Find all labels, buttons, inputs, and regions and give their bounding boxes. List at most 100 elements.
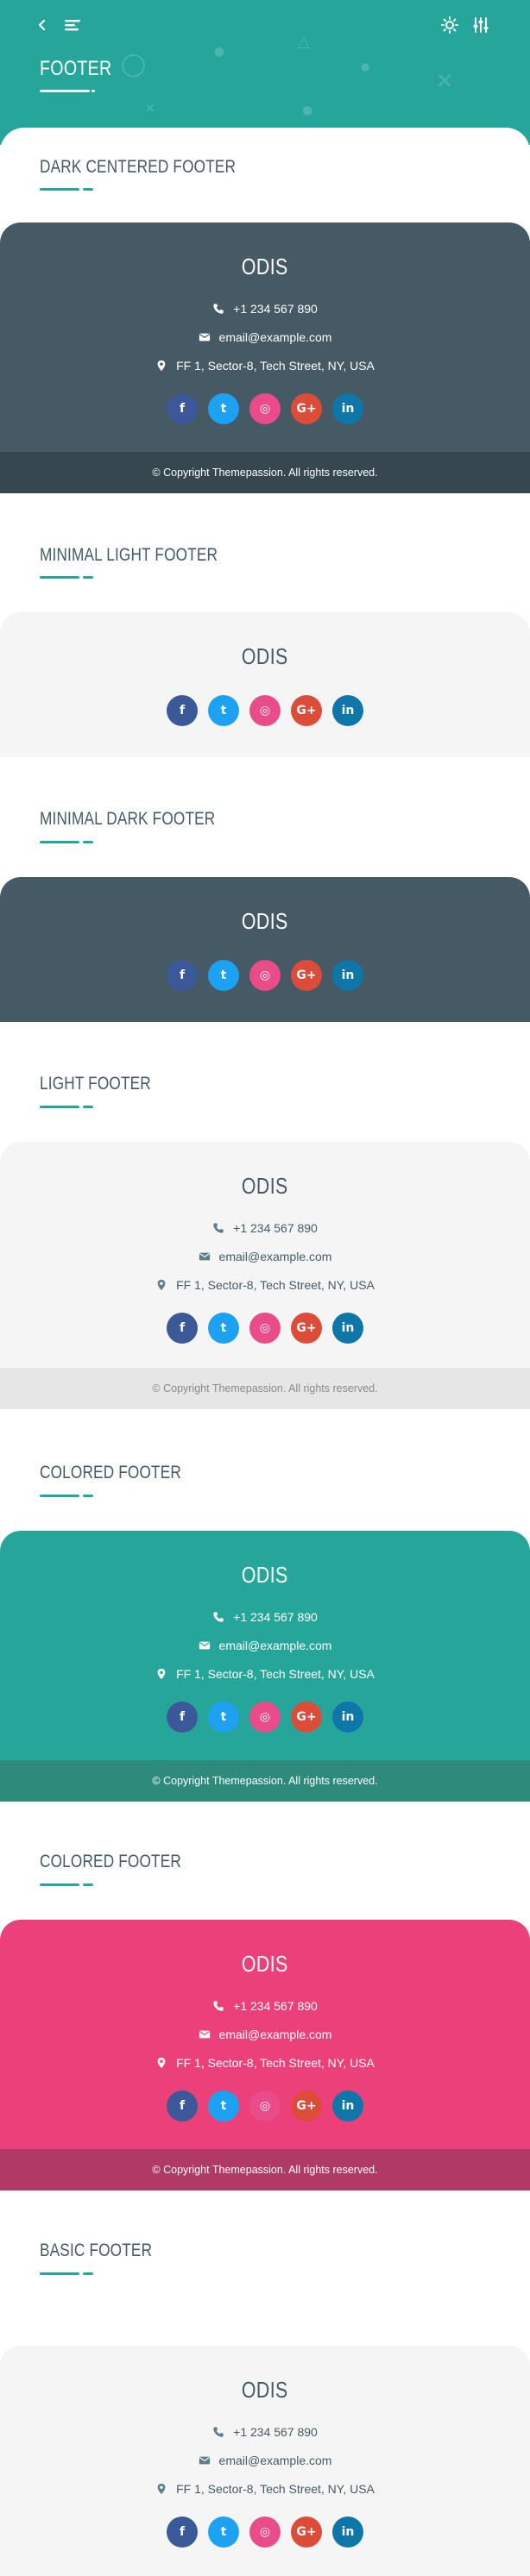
dribbble-icon[interactable]: ◎ — [249, 1313, 281, 1344]
sliders-icon — [473, 17, 489, 33]
social-links: f t ◎ G+ in — [0, 2090, 530, 2122]
google-plus-icon[interactable]: G+ — [291, 1702, 322, 1733]
google-plus-icon[interactable]: G+ — [291, 393, 322, 424]
page-title: FOOTER — [40, 57, 112, 80]
linkedin-icon[interactable]: in — [332, 695, 363, 726]
dribbble-icon[interactable]: ◎ — [249, 960, 281, 991]
section-title: COLORED FOOTER — [40, 1852, 181, 1871]
footer-email: email@example.com — [0, 1639, 530, 1652]
twitter-icon[interactable]: t — [208, 393, 239, 424]
footer-address: FF 1, Sector-8, Tech Street, NY, USA — [0, 359, 530, 373]
footer-email: email@example.com — [0, 330, 530, 344]
dark-centered-footer: ODIS +1 234 567 890 email@example.com FF… — [0, 223, 530, 493]
dribbble-icon[interactable]: ◎ — [249, 2516, 281, 2548]
facebook-icon[interactable]: f — [167, 960, 198, 991]
google-plus-icon[interactable]: G+ — [291, 960, 322, 991]
section-title: LIGHT FOOTER — [40, 1074, 151, 1094]
section-title: MINIMAL DARK FOOTER — [40, 809, 216, 829]
phone-icon — [213, 1223, 224, 1233]
twitter-icon[interactable]: t — [208, 960, 239, 991]
social-links: f t ◎ G+ in — [0, 1313, 530, 1344]
location-pin-icon — [157, 1668, 166, 1680]
google-plus-icon[interactable]: G+ — [291, 2090, 322, 2122]
google-plus-icon[interactable]: G+ — [291, 2516, 322, 2548]
back-button[interactable] — [29, 12, 55, 38]
social-links: f t ◎ G+ in — [0, 960, 530, 991]
decor-dot: ● — [302, 103, 313, 117]
decor-dot: ● — [214, 45, 225, 59]
phone-icon — [213, 304, 224, 314]
twitter-icon[interactable]: t — [208, 1313, 239, 1344]
section-underline — [40, 2272, 93, 2275]
decor-triangle: △ — [298, 33, 310, 51]
linkedin-icon[interactable]: in — [332, 1702, 363, 1733]
minimal-light-footer: ODIS f t ◎ G+ in — [0, 612, 530, 757]
facebook-icon[interactable]: f — [167, 1313, 198, 1344]
section-underline — [40, 1495, 93, 1497]
facebook-icon[interactable]: f — [167, 1702, 198, 1733]
footer-brand: ODIS — [242, 2377, 288, 2403]
menu-button[interactable] — [60, 12, 86, 38]
decor-circle: ◯ — [121, 52, 147, 78]
dribbble-icon[interactable]: ◎ — [249, 1702, 281, 1733]
basic-footer: ODIS +1 234 567 890 email@example.com FF… — [0, 2346, 530, 2576]
dribbble-icon[interactable]: ◎ — [249, 2090, 281, 2122]
decor-dot: ● — [361, 60, 370, 72]
footer-email: email@example.com — [0, 2454, 530, 2467]
linkedin-icon[interactable]: in — [332, 1313, 363, 1344]
footer-address: FF 1, Sector-8, Tech Street, NY, USA — [0, 1278, 530, 1292]
linkedin-icon[interactable]: in — [332, 960, 363, 991]
section-title: DARK CENTERED FOOTER — [40, 157, 237, 177]
section-underline — [40, 576, 93, 579]
copyright-text: © Copyright Themepassion. All rights res… — [0, 452, 530, 493]
section-underline — [40, 1883, 93, 1886]
linkedin-icon[interactable]: in — [332, 2516, 363, 2548]
page-header: ◯ ● △ ● ✕ ✕ ● △ FOOTER — [0, 0, 530, 145]
linkedin-icon[interactable]: in — [332, 393, 363, 424]
twitter-icon[interactable]: t — [208, 695, 239, 726]
google-plus-icon[interactable]: G+ — [291, 1313, 322, 1344]
chevron-left-icon — [38, 19, 46, 31]
facebook-icon[interactable]: f — [167, 2516, 198, 2548]
decor-cross: ✕ — [145, 102, 155, 116]
footer-brand: ODIS — [242, 1562, 288, 1588]
sun-icon — [441, 16, 458, 34]
colored-footer-teal: ODIS +1 234 567 890 email@example.com FF… — [0, 1531, 530, 1802]
light-footer: ODIS +1 234 567 890 email@example.com FF… — [0, 1142, 530, 1409]
dribbble-icon[interactable]: ◎ — [249, 695, 281, 726]
phone-icon — [213, 1612, 224, 1622]
minimal-dark-footer: ODIS f t ◎ G+ in — [0, 877, 530, 1022]
colored-footer-pink: ODIS +1 234 567 890 email@example.com FF… — [0, 1920, 530, 2191]
twitter-icon[interactable]: t — [208, 2516, 239, 2548]
email-icon — [199, 2456, 210, 2465]
email-icon — [199, 333, 210, 342]
section-title: MINIMAL LIGHT FOOTER — [40, 545, 218, 565]
dribbble-icon[interactable]: ◎ — [249, 393, 281, 424]
location-pin-icon — [157, 2483, 166, 2495]
footer-brand: ODIS — [242, 908, 288, 934]
footer-phone: +1 234 567 890 — [0, 1221, 530, 1235]
social-links: f t ◎ G+ in — [0, 393, 530, 424]
facebook-icon[interactable]: f — [167, 695, 198, 726]
email-icon — [199, 1252, 210, 1261]
linkedin-icon[interactable]: in — [332, 2090, 363, 2122]
section-underline — [40, 841, 93, 843]
settings-button[interactable] — [468, 12, 494, 38]
email-icon — [199, 2030, 210, 2039]
facebook-icon[interactable]: f — [167, 2090, 198, 2122]
section-underline — [40, 188, 93, 191]
google-plus-icon[interactable]: G+ — [291, 695, 322, 726]
footer-brand: ODIS — [242, 643, 288, 669]
location-pin-icon — [157, 1279, 166, 1291]
theme-toggle-button[interactable] — [437, 12, 463, 38]
section-title: BASIC FOOTER — [40, 2241, 153, 2260]
phone-icon — [213, 2001, 224, 2011]
footer-email: email@example.com — [0, 1250, 530, 1263]
twitter-icon[interactable]: t — [208, 2090, 239, 2122]
social-links: f t ◎ G+ in — [0, 2516, 530, 2548]
location-pin-icon — [157, 2057, 166, 2069]
twitter-icon[interactable]: t — [208, 1702, 239, 1733]
facebook-icon[interactable]: f — [167, 393, 198, 424]
copyright-text: © Copyright Themepassion. All rights res… — [0, 1760, 530, 1802]
email-icon — [199, 1641, 210, 1650]
